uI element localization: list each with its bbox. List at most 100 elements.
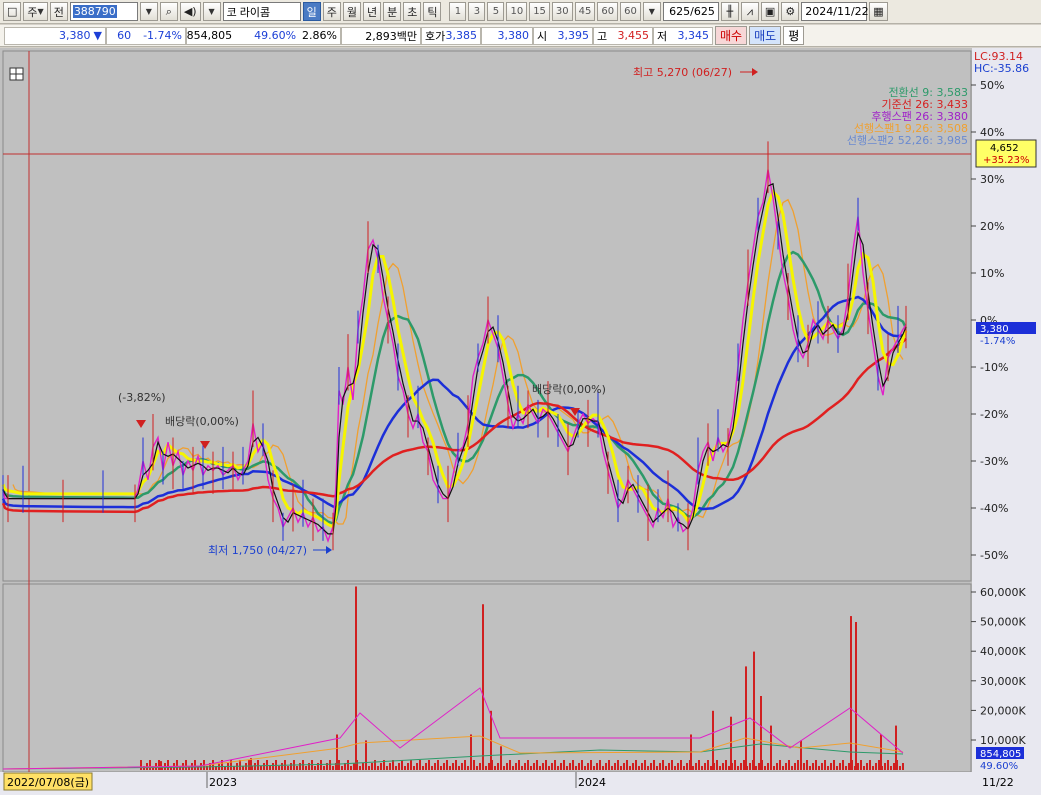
current-price-tag-value: 3,380 [980, 324, 1009, 335]
date-field[interactable]: 2024/11/22 [801, 2, 869, 21]
code-dropdown-button[interactable]: ▼ [139, 2, 158, 21]
price-chart[interactable]: LC:93.14 HC:-35.86 50%40%30%20%10%0%-10%… [0, 48, 1041, 795]
volume-bar [242, 766, 244, 770]
volume-bar [212, 760, 214, 770]
interval-15[interactable]: 15 [529, 2, 550, 21]
volume-bar [314, 766, 316, 770]
volume-bar-spike [753, 651, 755, 770]
volume-bar [410, 760, 412, 770]
interval-3[interactable]: 3 [468, 2, 486, 21]
chart-area[interactable]: LC:93.14 HC:-35.86 50% 40% 30% 20% 10% 0% -10%… [0, 48, 1041, 795]
volume-bar [710, 766, 712, 770]
volume-bar [680, 760, 682, 770]
volume-bar [422, 766, 424, 770]
candle-settings-icon[interactable]: ╫ [720, 2, 739, 21]
interval-1[interactable]: 1 [449, 2, 467, 21]
tab-month[interactable]: 월 [342, 2, 361, 21]
volume-bar [476, 766, 478, 770]
chart-type-icon[interactable]: ⩘ [740, 2, 759, 21]
volume-bar [620, 766, 622, 770]
volume-bar [278, 766, 280, 770]
volume-bar [899, 766, 901, 770]
interval-60[interactable]: 60 [597, 2, 619, 21]
calendar-icon[interactable]: ▦ [869, 2, 888, 21]
interval-custom[interactable]: 60 [620, 2, 641, 21]
volume-bar [305, 766, 307, 770]
volume-bar [656, 766, 658, 770]
crosshair-price: 4,652 [990, 143, 1019, 154]
volume-bar [467, 766, 469, 770]
buy-button[interactable]: 매수 [715, 26, 748, 45]
y-tick-label: -20% [980, 408, 1008, 421]
volume-bar [269, 766, 271, 770]
market-select[interactable]: 주 ▼ [23, 2, 48, 21]
volume-bar [515, 763, 517, 770]
interval-dropdown[interactable]: ▼ [642, 2, 661, 21]
stock-name-field[interactable]: 코 라이콤 [222, 2, 301, 21]
interval-30[interactable]: 30 [551, 2, 573, 21]
volume-bar [533, 763, 535, 770]
volume-bar [716, 760, 718, 770]
volume-bar [464, 760, 466, 770]
volume-bar [590, 760, 592, 770]
volume-bar [338, 760, 340, 770]
volume-bar [791, 766, 793, 770]
volume-bar [701, 766, 703, 770]
dividend-annotation-1: 배당락(0,00%) [165, 415, 239, 428]
volume-bar [440, 766, 442, 770]
sell-button[interactable]: 매도 [749, 26, 782, 45]
interval-45[interactable]: 45 [574, 2, 596, 21]
volume-bar [503, 766, 505, 770]
volume-bar [380, 763, 382, 770]
volume-bar [635, 760, 637, 770]
volume-tick-label: 40,000K [980, 645, 1026, 658]
prev-button[interactable]: 전 [49, 2, 68, 21]
volume-bar [512, 766, 514, 770]
search-icon[interactable]: ⌕ [159, 2, 178, 21]
speaker-icon[interactable]: ◀) [179, 2, 201, 21]
volume-bar [644, 760, 646, 770]
high-box: 고 3,455 [593, 26, 653, 45]
window-icon[interactable]: □ [3, 2, 22, 21]
y-tick-label: 50% [980, 79, 1004, 92]
chevron-down-icon: ▼ [37, 7, 44, 16]
tab-minute[interactable]: 분 [383, 2, 402, 21]
volume-bar [413, 766, 415, 770]
change-pct: -1.74% [143, 29, 182, 42]
volume-bar [743, 760, 745, 770]
volume-bar [551, 763, 553, 770]
save-icon[interactable]: ▣ [760, 2, 780, 21]
stock-code-input[interactable]: 388790 [69, 2, 138, 21]
volume-bar [623, 763, 625, 770]
volume-bar [650, 763, 652, 770]
volume-bar [596, 763, 598, 770]
tab-year[interactable]: 년 [362, 2, 382, 21]
eval-button[interactable]: 평 [783, 26, 805, 45]
volume-bar [248, 760, 250, 770]
volume-bar [842, 760, 844, 770]
volume-bar [176, 760, 178, 770]
volume-bar [389, 763, 391, 770]
toolbar: □ 주 ▼ 전 388790 ▼ ⌕ ◀) ▼ 코 라이콤 일 주 월 년 분 초 … [0, 0, 1041, 24]
pct-annotation: (-3,82%) [118, 391, 166, 404]
interval-5[interactable]: 5 [487, 2, 505, 21]
volume-box: 854,805 49.60% 2.86% [186, 26, 341, 45]
tab-week[interactable]: 주 [322, 2, 341, 21]
tab-day[interactable]: 일 [302, 2, 321, 21]
interval-10[interactable]: 10 [506, 2, 528, 21]
tab-tick[interactable]: 틱 [423, 2, 442, 21]
tab-second[interactable]: 초 [403, 2, 422, 21]
volume-bar [608, 760, 610, 770]
volume-bar [833, 760, 835, 770]
volume-bar [575, 766, 577, 770]
volume-bar [266, 760, 268, 770]
grid-icon[interactable] [9, 67, 24, 81]
gear-icon[interactable]: ⚙ [781, 2, 800, 21]
volume-bar [767, 763, 769, 770]
end-date-label: 11/22 [982, 776, 1014, 789]
volume-bar [296, 766, 298, 770]
data-count[interactable]: 625/625 [662, 2, 719, 21]
market-dropdown-button[interactable]: ▼ [202, 2, 221, 21]
volume-bar [272, 763, 274, 770]
chevron-down-icon: ▼ [648, 7, 655, 16]
